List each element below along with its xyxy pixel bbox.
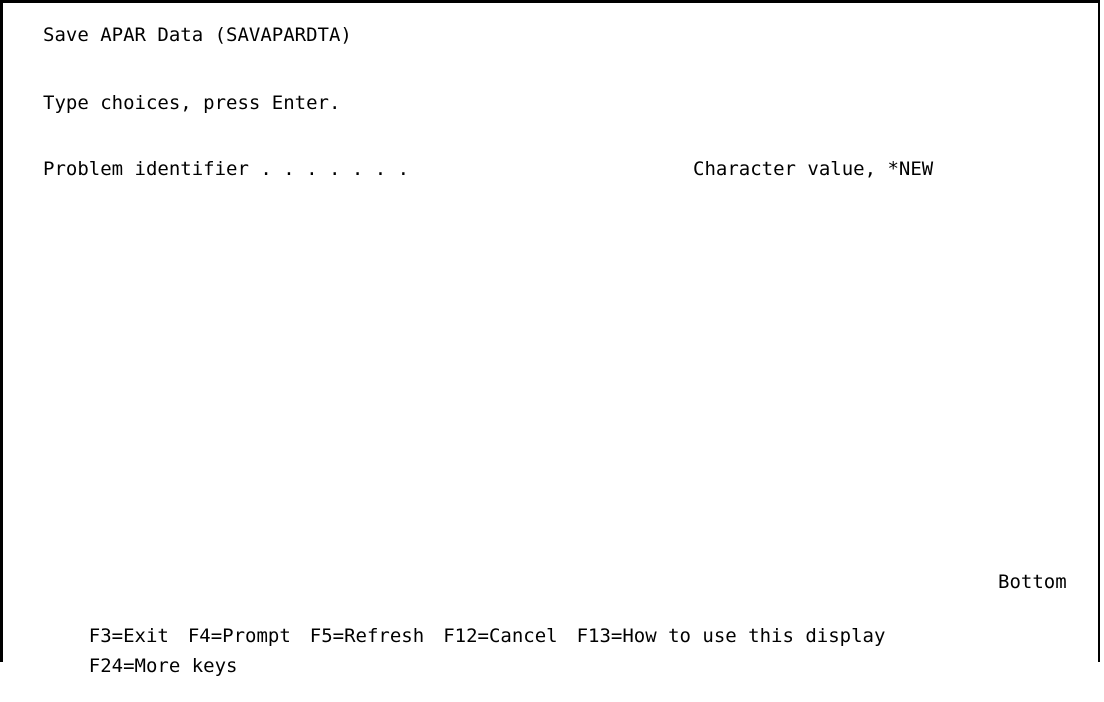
function-keys-row-2: F24=More keys — [43, 630, 238, 702]
f12-cancel-key[interactable]: F12=Cancel — [443, 624, 557, 648]
terminal-screen: Save APAR Data (SAVAPARDTA) Type choices… — [0, 0, 1100, 677]
f13-help-key[interactable]: F13=How to use this display — [577, 624, 886, 648]
f5-refresh-key[interactable]: F5=Refresh — [310, 624, 424, 648]
f24-more-keys-key[interactable]: F24=More keys — [89, 654, 238, 678]
list-position-indicator: Bottom — [998, 571, 1067, 593]
problem-identifier-label: Problem identifier . . . . . . . — [43, 158, 410, 180]
instruction-text: Type choices, press Enter. — [43, 92, 341, 114]
problem-identifier-input[interactable] — [423, 157, 623, 181]
screen-title: Save APAR Data (SAVAPARDTA) — [43, 24, 352, 46]
problem-identifier-hint: Character value, *NEW — [693, 158, 934, 180]
